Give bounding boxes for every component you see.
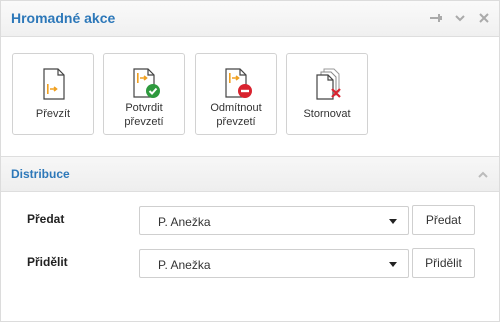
distribution-title: Distribuce: [11, 167, 70, 181]
documents-cancel-icon: [311, 68, 345, 100]
caret-down-icon: [389, 219, 397, 224]
assign-label: Přidělit: [27, 255, 68, 269]
assign-selected-value: P. Anežka: [158, 258, 211, 272]
bulk-actions-panel: Hromadné akce Převzít Potvrdit převzetí …: [0, 0, 500, 322]
caret-down-icon: [389, 262, 397, 267]
document-reject-icon: [220, 68, 254, 100]
assign-button[interactable]: Přidělit: [412, 248, 475, 278]
distribution-header[interactable]: Distribuce: [1, 156, 499, 192]
document-check-icon: [128, 68, 162, 100]
chevron-up-icon[interactable]: [477, 169, 489, 181]
document-arrow-icon: [37, 68, 71, 100]
pin-icon[interactable]: [429, 11, 443, 25]
confirm-takeover-button[interactable]: Potvrdit převzetí: [103, 53, 185, 135]
reject-takeover-button[interactable]: Odmítnout převzetí: [195, 53, 277, 135]
hand-over-select[interactable]: P. Anežka: [139, 206, 409, 235]
close-icon[interactable]: [477, 11, 491, 25]
cancel-label: Stornovat: [303, 108, 351, 120]
panel-title: Hromadné akce: [11, 10, 116, 26]
confirm-takeover-label: Potvrdit převzetí: [124, 102, 164, 128]
hand-over-button[interactable]: Předat: [412, 205, 475, 235]
take-over-label: Převzít: [35, 108, 71, 120]
panel-header: Hromadné akce: [1, 1, 499, 37]
assign-select[interactable]: P. Anežka: [139, 249, 409, 278]
header-icons: [429, 11, 491, 25]
hand-over-label: Předat: [27, 212, 65, 226]
hand-over-selected-value: P. Anežka: [158, 215, 211, 229]
reject-takeover-label: Odmítnout převzetí: [210, 102, 262, 128]
action-buttons: Převzít Potvrdit převzetí Odmítnout přev…: [1, 38, 499, 155]
chevron-down-icon[interactable]: [453, 11, 467, 25]
take-over-button[interactable]: Převzít: [12, 53, 94, 135]
cancel-button[interactable]: Stornovat: [286, 53, 368, 135]
